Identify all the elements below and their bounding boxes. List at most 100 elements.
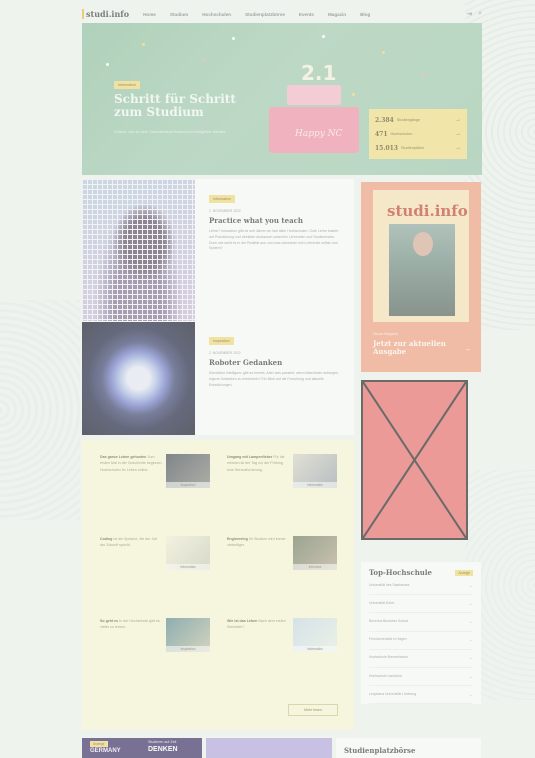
news-grid: Das ganze Leben gehosten Zum ersten Mal … <box>82 440 354 730</box>
arrow-right-icon: → <box>468 655 473 662</box>
ranking-item-label: FernUniversität in Hagen <box>369 637 407 642</box>
news-text: Coding Ist die Sprache, die der Job der … <box>100 536 162 549</box>
login-icon[interactable]: ⇥ <box>466 10 472 18</box>
arrow-right-icon: → <box>468 637 473 644</box>
news-tag: Interview <box>293 564 337 570</box>
nav-hochschulen[interactable]: Hochschulen <box>202 12 231 17</box>
article-badge: Information <box>209 195 235 203</box>
arrow-right-icon: → <box>468 582 473 589</box>
stat-label: Studienplätze <box>400 146 424 150</box>
ranking-item[interactable]: Leuphana Universität Lüneburg → <box>369 686 473 705</box>
studienplatzboerse-box[interactable]: Studienplatzbörse <box>336 738 481 758</box>
ranking-badge: Anzeige <box>455 569 473 576</box>
confetti <box>382 51 385 54</box>
promo-tag: Anzeige <box>90 741 108 747</box>
arrow-right-icon: → <box>455 131 461 137</box>
article-image-portrait[interactable] <box>82 179 195 321</box>
stat-row-hochschulen[interactable]: 471 Hochschulen → <box>375 131 461 138</box>
promo-subtitle: Studieren auf Zeit <box>148 740 177 744</box>
news-item[interactable]: Das ganze Leben gehosten Zum ersten Mal … <box>100 454 220 514</box>
news-title: So geht es <box>100 619 119 623</box>
news-tag: Inspiration <box>166 646 210 652</box>
studienplatzboerse-title: Studienplatzbörse <box>344 746 416 755</box>
news-item[interactable]: Engineering Ihr Studium wird immer viels… <box>227 536 347 596</box>
nav-studienplatzboerse[interactable]: Studienplatzbörse <box>245 12 285 17</box>
news-item[interactable]: Umgang mit Lampenfieber Für die meisten … <box>227 454 347 514</box>
ranking-item-label: Hochschule Bremerhaven <box>369 655 409 660</box>
ranking-item[interactable]: Universität Erfurt → <box>369 595 473 614</box>
nav-blog[interactable]: Blog <box>360 12 370 17</box>
birthday-cake-illustration: 2.1 Happy NC <box>265 61 363 159</box>
cake-top-tier <box>287 85 341 105</box>
news-text: Das ganze Leben gehosten Zum ersten Mal … <box>100 454 162 473</box>
stat-number: 2.384 <box>375 116 394 124</box>
article-card[interactable]: Inspiration 2. NOVEMBER 2022 Roboter Ged… <box>209 337 344 388</box>
article-excerpt: Künstliche Intelligenz gibt es bereits. … <box>209 371 339 387</box>
stats-box: 2.384 Studiengänge → 471 Hochschulen → 1… <box>369 109 467 159</box>
promo-headline: DENKEN <box>148 746 178 753</box>
ranking-item-label: Bucerius Business School <box>369 618 409 623</box>
site-header: studi.info Home Studium Hochschulen Stud… <box>82 6 482 22</box>
ranking-item[interactable]: Hochschule Bremerhaven → <box>369 650 473 668</box>
hero-banner[interactable]: Information Schritt für Schritt zum Stud… <box>82 23 482 175</box>
nav-studium[interactable]: Studium <box>170 12 188 17</box>
arrow-right-icon: → <box>455 117 461 123</box>
stat-label: Hochschulen <box>390 132 413 136</box>
confetti <box>106 63 109 66</box>
magazine-promo[interactable]: studi.info Neues Magazin Jetzt zur aktue… <box>361 182 481 372</box>
magazine-cover-photo <box>389 224 455 316</box>
arrow-right-icon: → <box>468 618 473 625</box>
site-logo[interactable]: studi.info <box>82 9 129 19</box>
ranking-item[interactable]: Universität des Saarlandes → <box>369 577 473 596</box>
nav-magazin[interactable]: Magazin <box>328 12 346 17</box>
article-date: 2. NOVEMBER 2022 <box>209 209 241 213</box>
ranking-item[interactable]: FernUniversität in Hagen → <box>369 632 473 650</box>
bottom-promo-germany[interactable]: Anzeige GERMANY Studieren auf Zeit DENKE… <box>82 738 202 758</box>
article-title[interactable]: Practice what you teach <box>209 216 344 225</box>
decorative-pattern-left <box>0 300 80 520</box>
news-title: Engineering <box>227 537 248 541</box>
news-item[interactable]: Wie ist das Leben Nach dem ersten Semest… <box>227 618 347 678</box>
article-excerpt: Lehre? Innovation gibt es seit Jahren an… <box>209 229 339 251</box>
news-text: Wie ist das Leben Nach dem ersten Semest… <box>227 618 289 631</box>
ranking-title: Top-Hochschule <box>369 568 433 577</box>
more-news-button[interactable]: Mehr lesen <box>288 704 338 716</box>
stat-row-studienplaetze[interactable]: 15.013 Studienplätze → <box>375 145 461 152</box>
news-item[interactable]: So geht es In der Hochschule gibt es vie… <box>100 618 220 678</box>
news-tag: Information <box>293 646 337 652</box>
stat-number: 471 <box>375 130 388 138</box>
search-icon[interactable]: ⌕ <box>478 10 482 18</box>
arrow-right-icon: → <box>468 673 473 680</box>
arrow-right-icon: → <box>468 691 473 698</box>
news-item[interactable]: Coding Ist die Sprache, die der Job der … <box>100 536 220 596</box>
article-image-sphere[interactable] <box>82 322 195 435</box>
news-text: So geht es In der Hochschule gibt es vie… <box>100 618 162 631</box>
ranking-item-label: Universität Erfurt <box>369 600 395 605</box>
magazine-cover: studi.info <box>373 190 469 322</box>
bottom-promo-image[interactable] <box>206 738 332 758</box>
ranking-item-label: Leuphana Universität Lüneburg <box>369 691 417 696</box>
article-card[interactable]: Information 2. NOVEMBER 2022 Practice wh… <box>209 195 344 252</box>
nav-home[interactable]: Home <box>143 12 156 17</box>
news-title: Das ganze Leben gehosten <box>100 455 147 459</box>
magazine-logo: studi.info <box>387 202 468 220</box>
stat-label: Studiengänge <box>396 118 421 122</box>
hero-title[interactable]: Schritt für Schritt zum Studium <box>114 93 244 119</box>
news-title: Umgang mit Lampenfieber <box>227 455 273 459</box>
stat-row-studiengaenge[interactable]: 2.384 Studiengänge → <box>375 117 461 124</box>
article-title[interactable]: Roboter Gedanken <box>209 358 344 367</box>
news-title: Wie ist das Leben <box>227 619 258 623</box>
ranking-item[interactable]: Bucerius Business School → <box>369 613 473 632</box>
confetti <box>142 43 145 46</box>
placeholder-cross-icon <box>362 381 467 539</box>
news-text: Engineering Ihr Studium wird immer viels… <box>227 536 289 549</box>
nav-events[interactable]: Events <box>299 12 314 17</box>
cake-label: Happy NC <box>295 129 343 139</box>
news-tag: Information <box>293 482 337 488</box>
hero-text: Erfahre, wie du dein Traumstudium findes… <box>114 130 226 134</box>
news-tag: Inspiration <box>166 482 210 488</box>
arrow-right-icon: → <box>464 346 471 353</box>
magazine-cta[interactable]: Jetzt zur aktuellen Ausgabe <box>373 340 457 356</box>
ranking-item[interactable]: Hochschule Landshut → <box>369 668 473 687</box>
ranking-item-label: Hochschule Landshut <box>369 673 402 678</box>
